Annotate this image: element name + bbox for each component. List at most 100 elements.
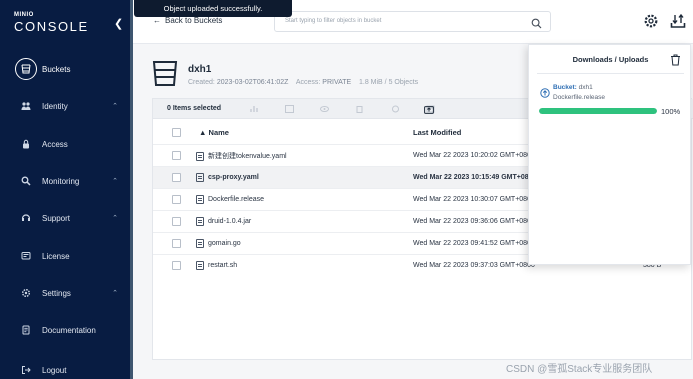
sidebar-item-logout[interactable]: Logout: [0, 358, 130, 379]
sidebar-item-monitoring[interactable]: Monitoring ⌃: [0, 169, 130, 193]
file-icon: [196, 173, 204, 182]
sidebar-item-buckets[interactable]: Buckets: [0, 57, 130, 81]
file-icon: [196, 195, 204, 204]
sidebar-item-label: Access: [42, 139, 68, 149]
delete-icon[interactable]: [354, 104, 364, 114]
items-selected-count: 0 Items selected: [167, 105, 222, 112]
last-modified-cell: Wed Mar 22 2023 09:36:06 GMT+0800: [413, 218, 535, 225]
file-icon: [196, 239, 204, 248]
file-name-cell[interactable]: Dockerfile.release: [196, 195, 264, 204]
search-placeholder: Start typing to filter objects in bucket: [285, 18, 382, 24]
sidebar-item-access[interactable]: Access: [0, 132, 130, 156]
file-name-cell[interactable]: restart.sh: [196, 261, 237, 270]
sidebar-item-label: Documentation: [42, 325, 96, 335]
upload-progress-bar: [539, 108, 657, 114]
upload-folder-icon[interactable]: [424, 104, 434, 114]
logo-big-text: CONSOLE: [14, 19, 89, 34]
back-to-buckets-link[interactable]: ← Back to Buckets: [153, 16, 222, 25]
support-icon: [18, 210, 34, 226]
search-icon[interactable]: [531, 16, 542, 34]
file-icon: [196, 151, 204, 161]
tag-icon[interactable]: [390, 104, 400, 114]
bar-chart-icon[interactable]: [249, 104, 259, 114]
lock-icon: [18, 136, 34, 152]
sidebar-item-label: Monitoring: [42, 176, 80, 186]
last-modified-cell: Wed Mar 22 2023 10:30:07 GMT+0800: [413, 196, 535, 203]
row-checkbox[interactable]: [172, 239, 181, 248]
chevron-up-icon: ⌃: [112, 103, 118, 110]
upload-progress-percent: 100%: [661, 107, 681, 116]
file-name-cell[interactable]: 新建创建tokenvalue.yaml: [196, 151, 287, 161]
sidebar-item-support[interactable]: Support ⌃: [0, 206, 130, 230]
sidebar: MINIO CONSOLE ❮ Buckets Identity ⌃ Acces…: [0, 0, 133, 379]
row-checkbox[interactable]: [172, 217, 181, 226]
bucket-usage: 1.8 MiB / 5 Objects: [359, 79, 419, 86]
upload-arrow-icon: [540, 85, 550, 103]
logo-small-text: MINIO: [14, 12, 34, 18]
identity-icon: [18, 98, 34, 114]
transfer-file-name: Dockerfile.release: [553, 94, 606, 101]
document-icon: [18, 322, 34, 338]
back-label: Back to Buckets: [165, 16, 223, 25]
last-modified-cell: Wed Mar 22 2023 09:37:03 GMT+0800: [413, 262, 535, 269]
bucket-label: Bucket:: [553, 84, 577, 91]
file-name: Dockerfile.release: [208, 196, 265, 203]
row-checkbox[interactable]: [172, 173, 181, 182]
sidebar-item-label: License: [42, 251, 70, 261]
downloads-uploads-title: Downloads / Uploads: [572, 55, 649, 64]
row-checkbox[interactable]: [172, 151, 181, 160]
arrow-left-icon: ←: [153, 16, 161, 25]
row-checkbox[interactable]: [172, 261, 181, 270]
file-name-cell[interactable]: csp-proxy.yaml: [196, 173, 259, 182]
file-name: csp-proxy.yaml: [208, 174, 259, 181]
upload-success-toast: Object uploaded successfully.: [134, 0, 292, 17]
minio-console-logo[interactable]: MINIO CONSOLE: [14, 12, 89, 34]
sort-ascending-icon: ▲: [199, 128, 207, 137]
sidebar-item-identity[interactable]: Identity ⌃: [0, 94, 130, 118]
select-all-checkbox[interactable]: [172, 128, 181, 137]
bucket-name: dxh1: [188, 64, 212, 75]
file-name: druid-1.0.4.jar: [208, 218, 252, 225]
divider: [537, 73, 684, 74]
sidebar-item-label: Identity: [42, 101, 68, 111]
column-header-name[interactable]: ▲ Name: [199, 128, 229, 137]
bucket-name: dxh1: [578, 84, 593, 91]
row-checkbox[interactable]: [172, 195, 181, 204]
created-value: 2023-03-02T06:41:02Z: [216, 79, 289, 86]
sidebar-item-documentation[interactable]: Documentation: [0, 318, 130, 342]
transfer-bucket: Bucket: dxh1: [553, 84, 593, 91]
sidebar-item-settings[interactable]: Settings ⌃: [0, 281, 130, 305]
sidebar-scrollbar[interactable]: [130, 0, 133, 379]
last-modified-cell: Wed Mar 22 2023 10:15:49 GMT+0800: [413, 174, 537, 181]
file-icon: [196, 217, 204, 226]
share-icon[interactable]: [284, 104, 294, 114]
column-header-last-modified[interactable]: Last Modified: [413, 128, 461, 137]
preview-eye-icon[interactable]: [319, 104, 329, 114]
sidebar-item-label: Logout: [42, 365, 67, 375]
downloads-uploads-panel: Downloads / Uploads Bucket: dxh1 Dockerf…: [528, 44, 691, 265]
magnifier-icon: [18, 173, 34, 189]
logout-icon: [18, 362, 34, 378]
search-input[interactable]: Start typing to filter objects in bucket: [274, 11, 551, 32]
bucket-icon: [15, 58, 37, 80]
bucket-icon: [152, 60, 178, 93]
last-modified-cell: Wed Mar 22 2023 09:41:52 GMT+0800: [413, 240, 535, 247]
sidebar-item-label: Support: [42, 213, 71, 223]
created-label: Created:: [188, 79, 215, 86]
chevron-up-icon: ⌃: [112, 215, 118, 222]
sidebar-item-label: Settings: [42, 288, 71, 298]
collapse-sidebar-chevron-icon[interactable]: ❮: [114, 17, 123, 30]
csdn-watermark: CSDN @雪孤Stack专业服务团队: [506, 364, 653, 375]
sidebar-item-license[interactable]: License: [0, 244, 130, 268]
upload-progress-fill: [539, 108, 657, 114]
chevron-up-icon: ⌃: [112, 290, 118, 297]
trash-icon[interactable]: [670, 53, 681, 71]
downloads-uploads-icon[interactable]: [670, 13, 686, 34]
settings-gear-icon[interactable]: [643, 13, 659, 34]
file-name-cell[interactable]: druid-1.0.4.jar: [196, 217, 251, 226]
bucket-meta: Created: 2023-03-02T06:41:02Z Access: PR…: [188, 79, 418, 86]
file-name-cell[interactable]: gomain.go: [196, 239, 241, 248]
access-label: Access:: [295, 79, 321, 86]
column-header-name-label: Name: [208, 128, 229, 137]
sidebar-item-label: Buckets: [42, 64, 71, 74]
